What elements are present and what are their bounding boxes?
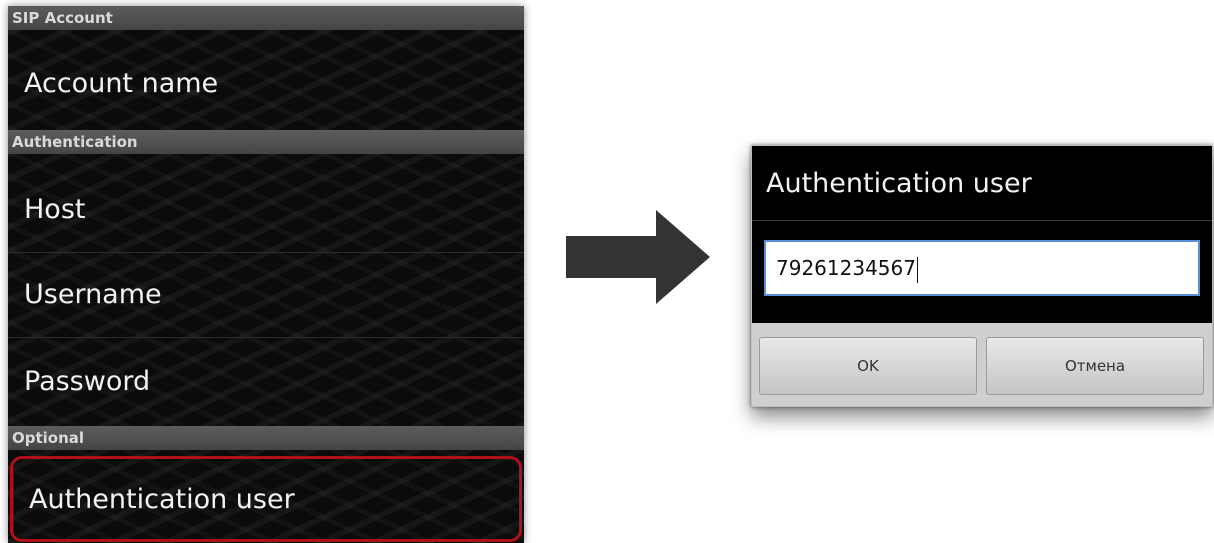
input-value: 79261234567: [776, 256, 916, 280]
list-item-password[interactable]: Password: [8, 338, 524, 424]
list-item-label: Username: [24, 278, 162, 310]
list-item-label: Password: [24, 365, 151, 397]
section-header-sip-account: SIP Account: [8, 6, 524, 30]
authentication-user-dialog: Authentication user 79261234567 OK Отмен…: [751, 145, 1213, 407]
section-header-optional: Optional: [8, 426, 524, 450]
cancel-button[interactable]: Отмена: [986, 337, 1204, 395]
list-item-username[interactable]: Username: [8, 253, 524, 335]
screen: SIP Account Account name Authentication …: [0, 0, 1214, 543]
list-item-label: Account name: [24, 67, 219, 99]
ok-button-label: OK: [857, 357, 879, 375]
arrow-shape: [566, 210, 710, 304]
divider: [752, 220, 1212, 221]
sip-settings-panel: SIP Account Account name Authentication …: [8, 6, 524, 543]
authentication-user-input[interactable]: 79261234567: [764, 240, 1200, 296]
dialog-title: Authentication user: [766, 168, 1032, 199]
list-item-host[interactable]: Host: [8, 154, 524, 264]
cancel-button-label: Отмена: [1064, 357, 1126, 375]
dialog-button-bar: OK Отмена: [752, 323, 1212, 406]
right-arrow-icon: [566, 210, 710, 304]
text-caret: [916, 256, 918, 283]
list-item-label: Authentication user: [29, 483, 295, 515]
section-header-authentication: Authentication: [8, 130, 524, 154]
list-item-label: Host: [24, 193, 86, 225]
list-item-account-name[interactable]: Account name: [8, 30, 524, 136]
list-item-authentication-user[interactable]: Authentication user: [10, 456, 522, 542]
ok-button[interactable]: OK: [759, 337, 977, 395]
